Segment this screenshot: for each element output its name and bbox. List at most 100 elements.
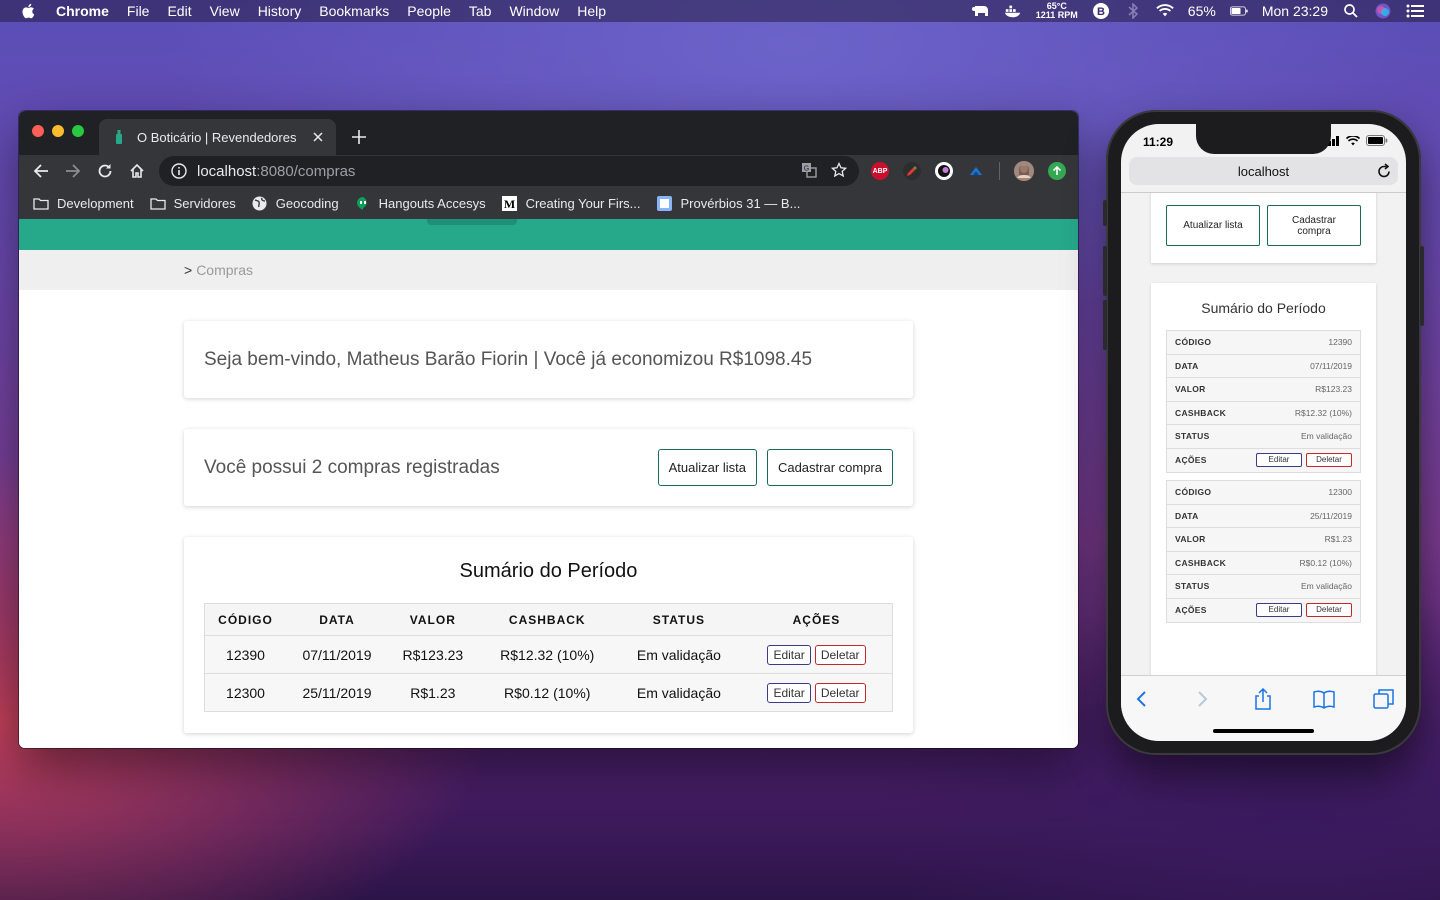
battery-icon[interactable]	[1229, 3, 1248, 19]
delete-button[interactable]: Deletar	[814, 682, 866, 703]
bookmark-medium[interactable]: M Creating Your Firs...	[502, 195, 640, 211]
home-indicator[interactable]	[1213, 729, 1314, 733]
safari-share-icon[interactable]	[1252, 688, 1274, 710]
bluetooth-icon[interactable]	[1124, 3, 1142, 19]
mobile-delete-button[interactable]: Deletar	[1306, 453, 1352, 468]
mobile-label: DATA	[1175, 360, 1199, 371]
mobile-label: VALOR	[1175, 534, 1206, 545]
svg-text:B: B	[1097, 6, 1105, 18]
translate-icon[interactable]: G	[801, 162, 817, 182]
mobile-web-page: Atualizar lista Cadastrar compra Sumário…	[1121, 192, 1406, 675]
spotlight-search-icon[interactable]	[1342, 3, 1360, 19]
bible-app-icon	[656, 195, 672, 211]
column-header-valor: VALOR	[387, 603, 478, 636]
menu-help[interactable]: Help	[577, 3, 606, 19]
menu-people[interactable]: People	[407, 3, 451, 19]
svg-text:M: M	[504, 197, 515, 211]
site-info-icon[interactable]	[171, 163, 187, 179]
mobile-label: STATUS	[1175, 581, 1210, 592]
mobile-label: CÓDIGO	[1175, 487, 1212, 498]
cell-codigo: 12390	[204, 635, 286, 674]
mobile-row-status: STATUS Em validação	[1167, 425, 1360, 449]
bookmark-development[interactable]: Development	[33, 195, 134, 211]
mobile-row-valor: VALOR R$1.23	[1167, 528, 1360, 552]
refresh-list-button[interactable]: Atualizar lista	[657, 449, 757, 486]
safari-forward-icon[interactable]	[1191, 688, 1213, 710]
close-window-button[interactable]	[32, 125, 44, 137]
bookmark-hangouts[interactable]: Hangouts Accesys	[355, 195, 486, 211]
forward-arrow-icon[interactable]	[62, 160, 84, 182]
power-button[interactable]	[1420, 246, 1424, 326]
safari-back-icon[interactable]	[1131, 688, 1153, 710]
mobile-delete-button[interactable]: Deletar	[1306, 603, 1352, 618]
menu-tab[interactable]: Tab	[469, 3, 492, 19]
mobile-refresh-list-button[interactable]: Atualizar lista	[1166, 205, 1260, 246]
bookmark-servidores[interactable]: Servidores	[149, 195, 236, 211]
edit-button[interactable]: Editar	[767, 644, 811, 665]
menu-edit[interactable]: Edit	[167, 3, 191, 19]
delete-button[interactable]: Deletar	[814, 644, 866, 665]
zoom-window-button[interactable]	[72, 125, 84, 137]
nav-active-indicator	[427, 219, 517, 225]
update-arrow-icon[interactable]	[1048, 162, 1066, 180]
siri-icon[interactable]	[1374, 3, 1392, 19]
edit-button[interactable]: Editar	[767, 682, 811, 703]
menu-window[interactable]: Window	[509, 3, 559, 19]
back-arrow-icon[interactable]	[30, 160, 52, 182]
b-badge-icon[interactable]: B	[1092, 3, 1110, 19]
bookmark-proverbios[interactable]: Provérbios 31 — B...	[656, 195, 800, 211]
mobile-label: AÇÕES	[1175, 605, 1207, 616]
close-tab-icon[interactable]	[308, 127, 328, 147]
bookmark-label: Geocoding	[275, 195, 339, 211]
register-purchase-button[interactable]: Cadastrar compra	[766, 449, 893, 486]
mobile-label: STATUS	[1175, 431, 1210, 442]
mobile-row-data: DATA 25/11/2019	[1167, 505, 1360, 528]
notification-center-icon[interactable]	[1406, 3, 1424, 19]
minimize-window-button[interactable]	[52, 125, 64, 137]
menu-app-chrome[interactable]: Chrome	[56, 3, 109, 19]
apple-icon[interactable]	[20, 2, 38, 20]
blue-extension-icon[interactable]	[967, 162, 985, 180]
home-icon[interactable]	[126, 160, 148, 182]
iphone-simulator: 11:29 localhost Atualizar lista Cadastra…	[1103, 110, 1424, 755]
new-tab-icon[interactable]	[349, 127, 369, 147]
mobile-row-cashback: CASHBACK R$12.32 (10%)	[1167, 402, 1360, 425]
address-bar[interactable]: localhost:8080/compras G	[159, 156, 859, 186]
menu-file[interactable]: File	[127, 3, 150, 19]
temperature-readout[interactable]: 65°C 1211 RPM	[1036, 2, 1078, 20]
safari-address-bar[interactable]: localhost	[1129, 157, 1398, 185]
menubar-clock[interactable]: Mon 23:29	[1262, 3, 1328, 19]
tab-active[interactable]: O Boticário | Revendedores	[99, 119, 336, 155]
circle-extension-icon[interactable]	[935, 162, 953, 180]
menu-view[interactable]: View	[210, 3, 240, 19]
menu-history[interactable]: History	[258, 3, 302, 19]
mobile-edit-button[interactable]: Editar	[1256, 453, 1302, 468]
adblock-plus-icon[interactable]: ABP	[871, 162, 889, 180]
volume-up-button[interactable]	[1103, 246, 1107, 296]
tab-strip: O Boticário | Revendedores	[19, 111, 1078, 155]
browser-toolbar: localhost:8080/compras G ABP	[19, 155, 1078, 187]
bookmark-label: Development	[57, 195, 134, 211]
safari-tabs-icon[interactable]	[1373, 688, 1395, 710]
mobile-register-purchase-button[interactable]: Cadastrar compra	[1267, 205, 1361, 246]
url-host: localhost	[197, 162, 257, 180]
pen-extension-icon[interactable]	[903, 162, 921, 180]
docker-icon[interactable]	[1004, 3, 1022, 19]
wifi-icon[interactable]	[1156, 3, 1174, 19]
reload-icon[interactable]	[94, 160, 116, 182]
mobile-label: DATA	[1175, 510, 1199, 521]
volume-down-button[interactable]	[1103, 300, 1107, 350]
safari-bookmarks-icon[interactable]	[1313, 688, 1335, 710]
cell-data: 07/11/2019	[286, 635, 388, 674]
purchases-table: CÓDIGO DATA VALOR CASHBACK STATUS AÇÕES …	[204, 603, 893, 712]
menu-bookmarks[interactable]: Bookmarks	[319, 3, 389, 19]
bookmark-geocoding[interactable]: Geocoding	[252, 195, 339, 211]
profile-avatar[interactable]	[1014, 161, 1034, 181]
breadcrumb-compras[interactable]: Compras	[196, 262, 253, 278]
mobile-edit-button[interactable]: Editar	[1256, 603, 1302, 618]
bookmark-star-icon[interactable]	[830, 161, 848, 182]
mobile-label: CASHBACK	[1175, 557, 1227, 568]
safari-reload-icon[interactable]	[1376, 163, 1392, 179]
medium-logo-icon: M	[502, 195, 518, 211]
elephant-icon[interactable]	[971, 3, 990, 19]
